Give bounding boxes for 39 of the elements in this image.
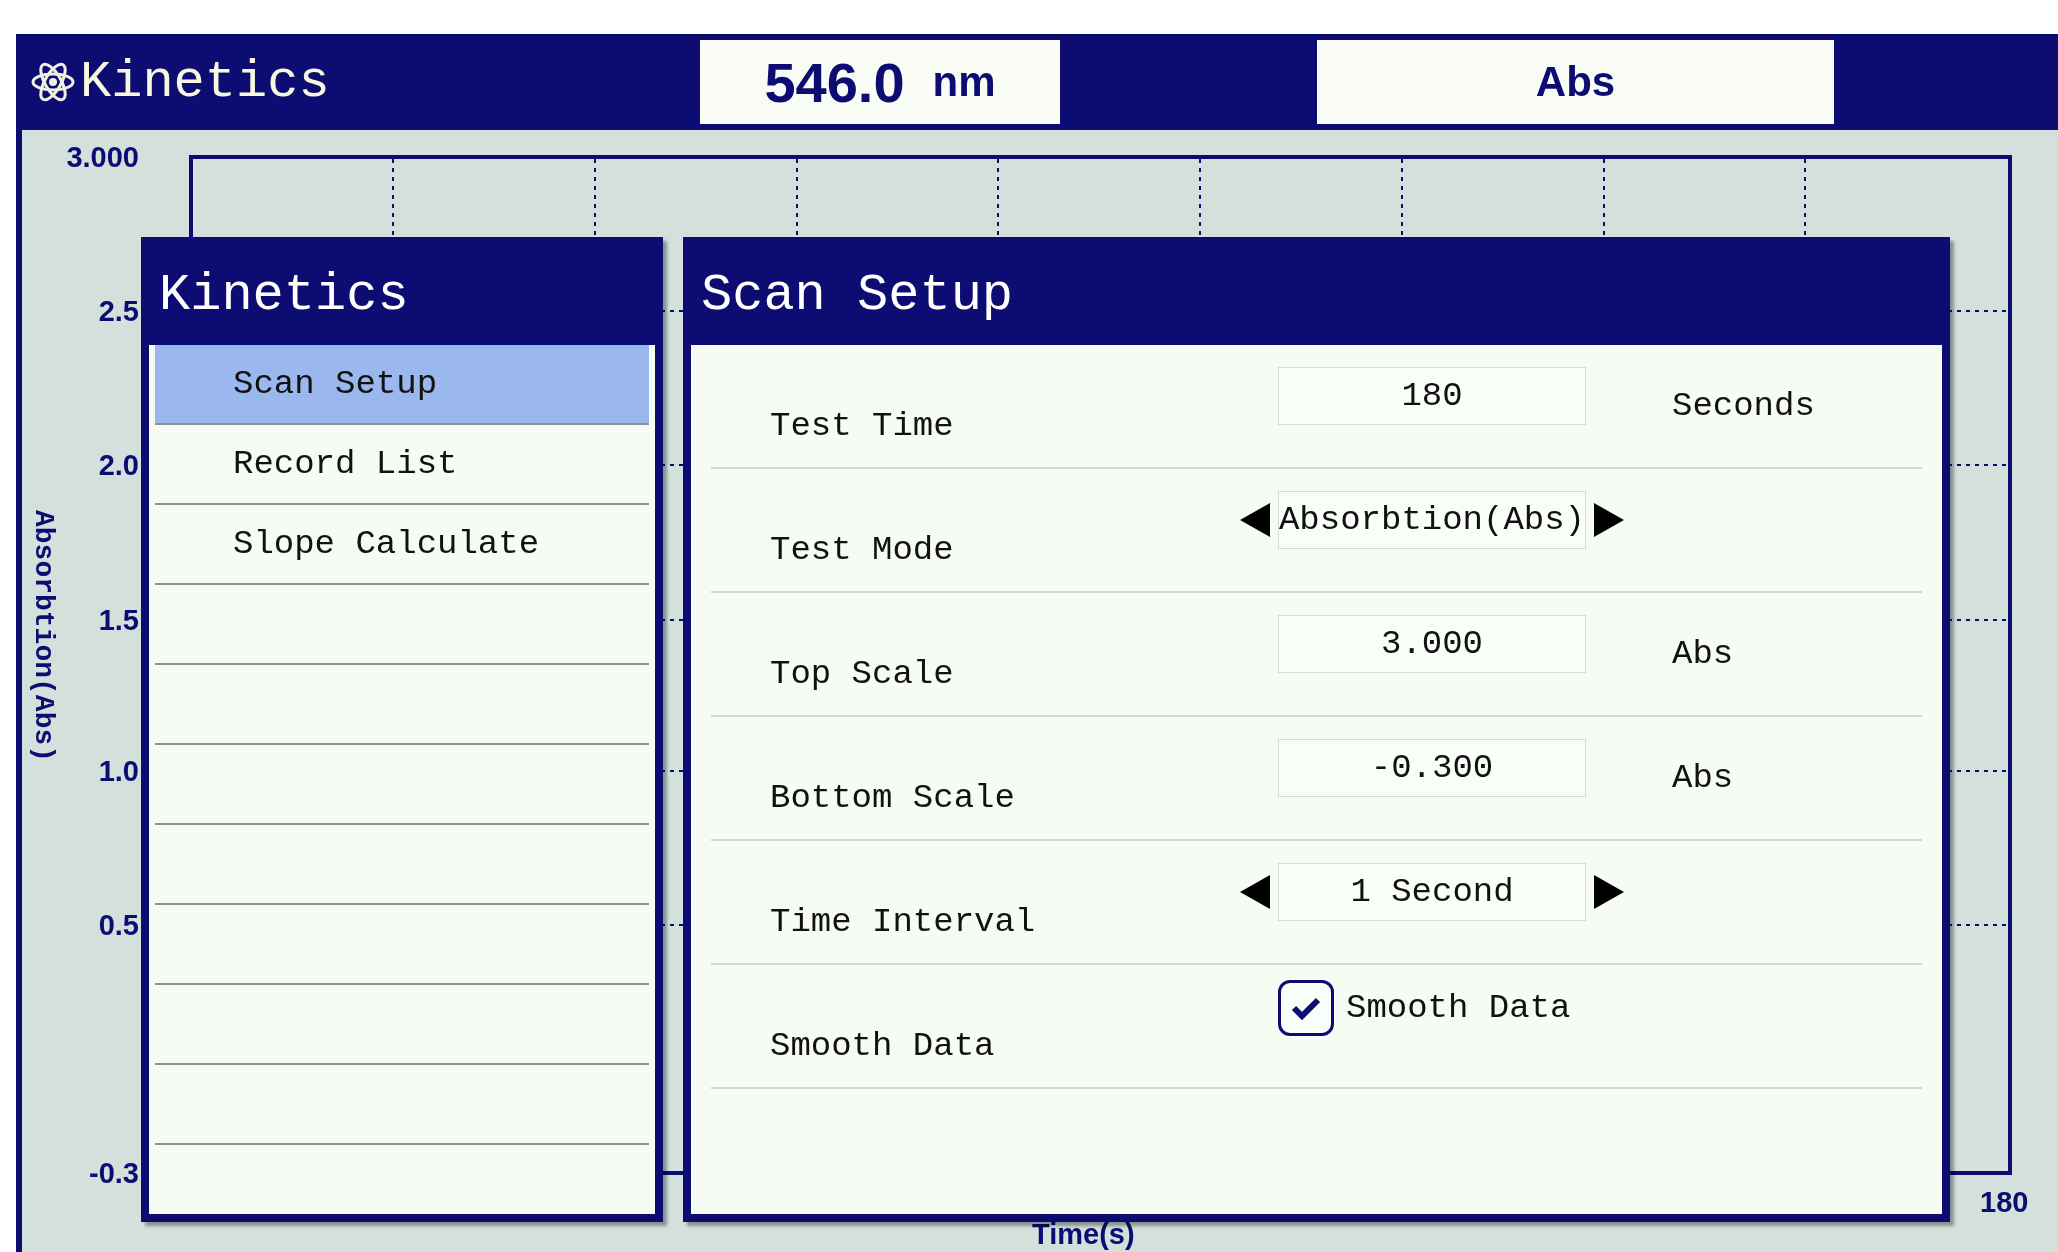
app-title: Kinetics (80, 52, 331, 112)
setting-label: Smooth Data (770, 1027, 996, 1067)
setting-label: Test Mode (770, 531, 955, 571)
setting-label: Bottom Scale (770, 779, 1016, 819)
value-field[interactable]: 180 (1278, 367, 1586, 425)
menu-item[interactable]: Record List (155, 425, 649, 505)
unit-label: Abs (1672, 759, 1735, 797)
right-triangle-icon[interactable] (1594, 875, 1624, 909)
checkmark-icon (1291, 996, 1321, 1020)
y-tick-label: -0.3 (89, 1159, 139, 1188)
wavelength-display: 546.0 nm (700, 40, 1060, 124)
checkbox[interactable] (1278, 980, 1334, 1036)
setting-label: Time Interval (770, 903, 1037, 943)
checkbox-label: Smooth Data (1346, 989, 1571, 1027)
option-selector[interactable]: 1 Second (1278, 863, 1586, 921)
setting-label: Test Time (770, 407, 955, 447)
value-field[interactable]: -0.300 (1278, 739, 1586, 797)
y-tick-label: 2.5 (98, 297, 139, 326)
panel-title: Kinetics (149, 245, 655, 345)
unit-label: Seconds (1672, 387, 1816, 425)
unit-label: Abs (1672, 635, 1735, 673)
y-axis-label: Absorbtion(Abs) (28, 510, 59, 763)
x-tick-label: 180 (1980, 1188, 2029, 1217)
y-tick-label: 3.000 (66, 143, 139, 172)
y-tick-label: 1.0 (98, 757, 139, 786)
value-field[interactable]: 3.000 (1278, 615, 1586, 673)
left-triangle-icon[interactable] (1240, 875, 1270, 909)
x-axis-label: Time(s) (1032, 1220, 1135, 1249)
panel-title: Scan Setup (691, 245, 1942, 345)
left-triangle-icon[interactable] (1240, 503, 1270, 537)
setting-label: Top Scale (770, 655, 955, 695)
right-triangle-icon[interactable] (1594, 503, 1624, 537)
y-tick-label: 0.5 (98, 911, 139, 940)
y-tick-label: 1.5 (98, 606, 139, 635)
mode-display: Abs (1317, 40, 1834, 124)
menu-item[interactable]: Slope Calculate (155, 505, 649, 585)
menu-item[interactable]: Scan Setup (155, 345, 649, 425)
y-tick-label: 2.0 (98, 451, 139, 480)
option-selector[interactable]: Absorbtion(Abs) (1278, 491, 1586, 549)
